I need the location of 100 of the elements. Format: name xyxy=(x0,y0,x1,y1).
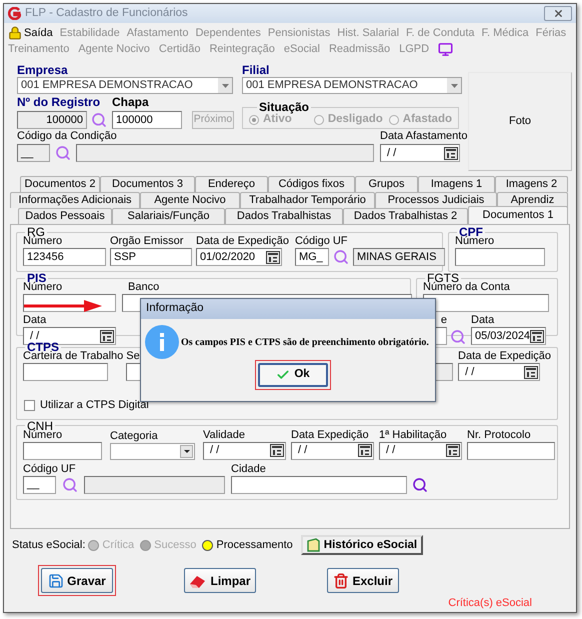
text-field[interactable] xyxy=(23,363,108,382)
trash-icon xyxy=(333,572,350,589)
text-field[interactable]: __ xyxy=(23,476,56,494)
lock-icon xyxy=(8,26,22,40)
status-text: Sucesso xyxy=(154,538,196,554)
calendar-icon[interactable] xyxy=(524,366,538,379)
field-label: Data de Expedição xyxy=(458,350,551,364)
text-field[interactable] xyxy=(84,476,225,494)
menu-item[interactable]: Saída xyxy=(24,24,53,42)
tab[interactable]: Agente Nocivo xyxy=(140,192,240,208)
date-field[interactable]: 01/02/2020 xyxy=(196,248,282,266)
text-field[interactable] xyxy=(23,442,102,460)
radio-label: Ativo xyxy=(263,112,292,127)
date-field[interactable]: 05/03/2024 xyxy=(471,327,546,346)
tab[interactable]: Documentos 1 xyxy=(468,206,568,224)
field-label: Data Afastamento xyxy=(380,130,468,144)
save-button[interactable]: Gravar xyxy=(41,568,113,594)
field-label: Cidade xyxy=(231,462,267,476)
tab[interactable]: Documentos 3 xyxy=(100,176,195,192)
field-label: Se xyxy=(126,350,141,364)
checkbox-label: Utilizar a CTPS Digital xyxy=(40,398,149,414)
search-icon[interactable] xyxy=(332,249,349,266)
monitor-icon[interactable] xyxy=(438,42,454,58)
date-field[interactable]: / / xyxy=(379,442,462,460)
tab[interactable]: Endereço xyxy=(195,176,268,192)
text-field[interactable]: SSP xyxy=(110,248,192,266)
checkmark-icon xyxy=(276,368,290,382)
document-icon xyxy=(306,538,320,552)
company-select[interactable]: 001 EMPRESA DEMONSTRACAO xyxy=(17,77,233,94)
text-field[interactable]: 100000 xyxy=(112,111,182,130)
field-label: Data xyxy=(23,314,48,328)
text-field[interactable] xyxy=(467,442,555,460)
text-field[interactable]: MINAS GERAIS xyxy=(352,248,445,266)
radio-label: Desligado xyxy=(328,112,383,127)
radio-button[interactable] xyxy=(249,114,259,125)
field-label: Filial xyxy=(242,63,270,78)
text-field[interactable]: MG_ xyxy=(294,248,329,266)
text-field[interactable]: __ xyxy=(17,144,50,162)
category-select[interactable] xyxy=(110,442,195,460)
date-field[interactable]: / / xyxy=(203,442,286,460)
field-label: Número xyxy=(455,235,496,248)
date-field[interactable]: / / xyxy=(291,442,374,460)
text-field[interactable] xyxy=(423,294,549,312)
group-title: Situação xyxy=(258,101,310,114)
tab[interactable]: Informações Adicionais xyxy=(10,192,140,208)
delete-button[interactable]: Excluir xyxy=(327,568,399,594)
date-field[interactable]: / / xyxy=(380,144,460,162)
field-label: Número da Conta xyxy=(423,281,511,294)
date-field[interactable]: / / xyxy=(458,363,540,382)
text-field[interactable] xyxy=(76,144,374,162)
field-label: Categoria xyxy=(110,430,159,443)
tab[interactable]: Dados Trabalhistas 2 xyxy=(343,208,468,224)
calendar-icon[interactable] xyxy=(444,146,458,160)
text-field[interactable]: 123456 xyxy=(23,248,106,266)
field-label: Chapa xyxy=(112,96,150,110)
radio-label: Afastado xyxy=(402,112,452,127)
search-icon[interactable] xyxy=(55,145,71,162)
search-icon[interactable] xyxy=(412,476,428,493)
field-label: Código UF xyxy=(23,462,77,476)
checkbox[interactable] xyxy=(24,400,35,411)
field-label: Número xyxy=(23,235,64,248)
calendar-icon[interactable] xyxy=(100,330,114,343)
search-icon[interactable] xyxy=(91,112,107,128)
calendar-icon[interactable] xyxy=(358,444,372,458)
field-label: Código UF xyxy=(294,235,349,248)
text-field[interactable]: 100000 xyxy=(17,111,87,130)
ok-button[interactable]: Ok xyxy=(258,363,328,387)
radio-button[interactable] xyxy=(388,114,399,125)
field-label: e xyxy=(440,314,447,328)
tab[interactable]: Códigos fixos xyxy=(268,176,355,192)
field-label: Nr. Protocolo xyxy=(467,428,532,442)
tab[interactable]: Trabalhador Temporário xyxy=(240,192,375,208)
field-label: Número xyxy=(23,281,64,294)
status-text: Crítica xyxy=(102,538,134,554)
clear-button[interactable]: Limpar xyxy=(184,568,256,594)
photo-label: Foto xyxy=(508,114,531,130)
calendar-icon[interactable] xyxy=(446,444,460,458)
tab[interactable]: Imagens 2 xyxy=(495,176,568,192)
field-label: Código da Condição xyxy=(17,130,118,144)
tab[interactable]: Processos Judiciais xyxy=(375,192,497,208)
branch-select[interactable]: 001 EMPRESA DEMONSTRACAO xyxy=(242,77,462,94)
calendar-icon[interactable] xyxy=(530,330,544,343)
text-field[interactable] xyxy=(231,476,407,494)
close-button[interactable] xyxy=(544,6,572,21)
search-icon[interactable] xyxy=(450,329,466,346)
tab[interactable]: Dados Pessoais xyxy=(18,208,112,224)
tab[interactable]: Grupos xyxy=(355,176,418,192)
text-field[interactable] xyxy=(455,248,545,266)
dialog-message: Os campos PIS e CTPS são de preenchimento obrigatório. xyxy=(181,336,429,350)
history-button[interactable]: Histórico eSocial xyxy=(300,535,424,556)
radio-button[interactable] xyxy=(314,114,324,125)
calendar-icon[interactable] xyxy=(270,444,284,458)
tab[interactable]: Imagens 1 xyxy=(418,176,495,192)
tab[interactable]: Salariais/Função xyxy=(112,208,225,224)
calendar-icon[interactable] xyxy=(266,250,280,264)
tab[interactable]: Dados Trabalhistas xyxy=(225,208,343,224)
field-label: Data de Expedição xyxy=(196,235,289,248)
search-icon[interactable] xyxy=(62,476,78,493)
field-label: Empresa xyxy=(17,63,69,78)
tab[interactable]: Documentos 2 xyxy=(20,176,100,192)
